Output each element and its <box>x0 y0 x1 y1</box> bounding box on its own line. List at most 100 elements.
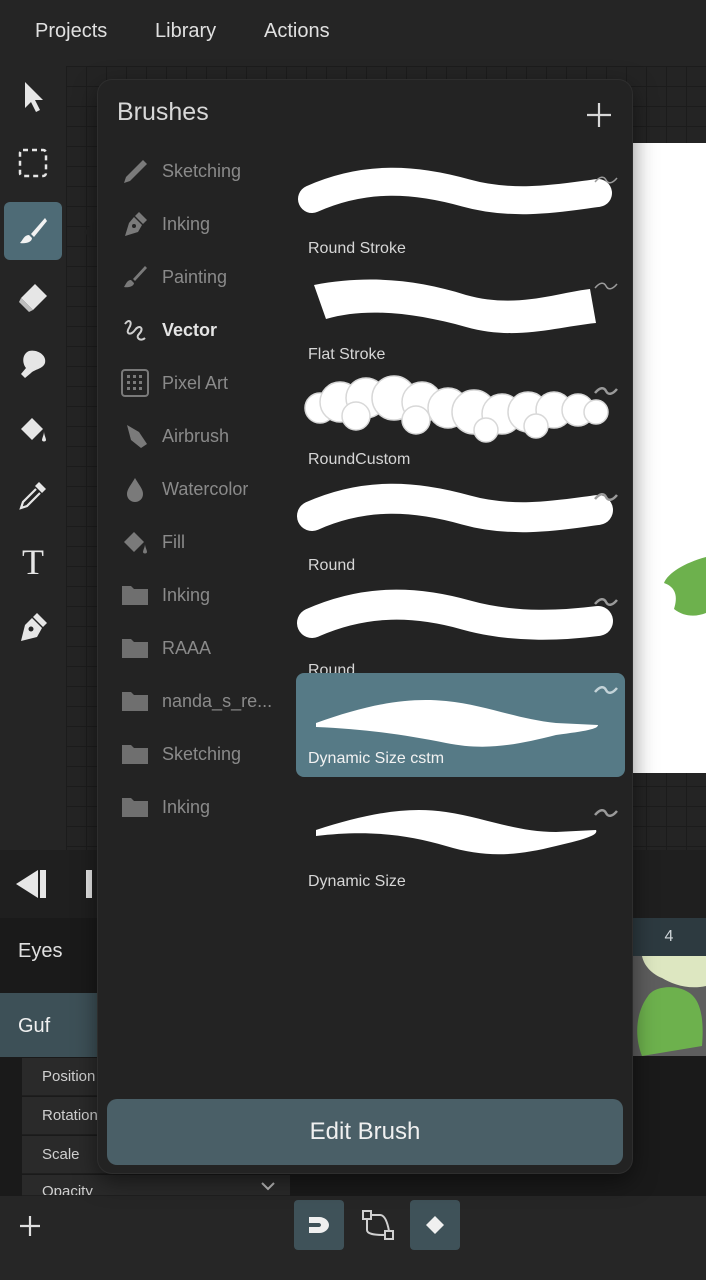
green-shape-artwork <box>664 557 706 616</box>
pen-tool[interactable] <box>4 598 62 656</box>
eyedropper-icon <box>19 482 46 510</box>
pressure-tilde-icon <box>594 282 618 290</box>
pressure-tilde-icon <box>594 686 618 694</box>
category-sketching[interactable]: Sketching <box>120 151 300 191</box>
select-tool[interactable] <box>4 68 62 126</box>
pressure-tilde-icon <box>594 598 618 606</box>
category-label: Inking <box>162 213 211 234</box>
popover-arrow <box>84 218 98 246</box>
brushes-popover: Brushes Sketching Inking Painting Vector… <box>98 80 632 1173</box>
brush-tool[interactable] <box>4 202 62 260</box>
category-pixel-art[interactable]: Pixel Art <box>120 363 300 403</box>
vector-squiggle-icon <box>124 320 146 341</box>
airbrush-icon <box>127 425 147 448</box>
keyframe-button[interactable] <box>410 1200 460 1250</box>
path-node-icon[interactable] <box>360 1208 396 1242</box>
brush-round-custom[interactable]: RoundCustom <box>296 374 625 478</box>
folder-label: Inking <box>162 584 211 605</box>
fill-bucket-icon <box>21 418 46 442</box>
layer-eyes[interactable]: Eyes <box>0 940 100 980</box>
artboard[interactable] <box>632 143 706 773</box>
pressure-tilde-icon <box>594 387 618 395</box>
chevron-down-icon <box>261 1182 275 1191</box>
brush-dynamic-size-cstm[interactable]: Dynamic Size cstm <box>296 673 625 777</box>
brush-flat-stroke[interactable]: Flat Stroke <box>296 269 625 373</box>
category-painting[interactable]: Painting <box>120 257 300 297</box>
bottom-bar <box>0 1196 706 1280</box>
brush-name: Flat Stroke <box>308 346 386 363</box>
menu-library[interactable]: Library <box>155 20 216 43</box>
folder-label: RAAA <box>162 637 212 658</box>
keyframe-diamond-icon <box>426 1216 444 1234</box>
folder-inking-2[interactable]: Inking <box>120 787 300 827</box>
brush-icon <box>20 218 47 244</box>
property-opacity-label: Opacity <box>42 1183 93 1196</box>
folder-icon <box>122 639 148 658</box>
folder-icon <box>122 745 148 764</box>
frame-thumbnail-art <box>632 956 706 1056</box>
smudge-icon <box>21 350 46 378</box>
pressure-tilde-icon <box>594 176 618 184</box>
water-drop-icon <box>127 478 143 502</box>
layer-guf[interactable]: Guf <box>0 993 100 1057</box>
folder-nanda[interactable]: nanda_s_re... <box>120 681 300 721</box>
svg-text:T: T <box>22 544 44 578</box>
category-label: Sketching <box>162 160 242 181</box>
folder-icon <box>122 692 148 711</box>
brushes-title: Brushes <box>117 98 209 126</box>
brush-round-1[interactable]: Round <box>296 480 625 584</box>
text-icon: T <box>22 544 44 578</box>
category-watercolor[interactable]: Watercolor <box>120 469 300 509</box>
folder-label: Inking <box>162 796 211 817</box>
top-menu-bar: Projects Library Actions <box>0 0 706 66</box>
tool-sidebar: T <box>0 66 66 850</box>
category-vector[interactable]: Vector <box>120 310 300 350</box>
pressure-tilde-icon <box>594 493 618 501</box>
eyedropper-tool[interactable] <box>4 466 62 524</box>
category-label: Fill <box>162 531 185 552</box>
marquee-tool[interactable] <box>4 134 62 192</box>
folder-sketching[interactable]: Sketching <box>120 734 300 774</box>
folder-label: Sketching <box>162 743 242 764</box>
pause-icon[interactable] <box>84 868 98 900</box>
brush-dynamic-size[interactable]: Dynamic Size <box>296 796 625 900</box>
ink-pen-icon <box>125 212 147 236</box>
fill-tool[interactable] <box>4 400 62 458</box>
menu-projects[interactable]: Projects <box>35 20 107 43</box>
category-inking[interactable]: Inking <box>120 204 300 244</box>
smudge-tool[interactable] <box>4 334 62 392</box>
category-fill[interactable]: Fill <box>120 522 300 562</box>
fill-bucket-icon <box>124 532 147 554</box>
magnet-snap-button[interactable] <box>294 1200 344 1250</box>
edit-brush-button[interactable]: Edit Brush <box>107 1099 623 1165</box>
eraser-icon <box>19 284 47 312</box>
category-label: Vector <box>162 319 218 340</box>
eraser-tool[interactable] <box>4 268 62 326</box>
folder-icon <box>122 586 148 605</box>
brush-name: Round Stroke <box>308 240 406 257</box>
category-label: Painting <box>162 266 228 287</box>
category-airbrush[interactable]: Airbrush <box>120 416 300 456</box>
select-arrow-icon <box>25 82 43 112</box>
category-label: Watercolor <box>162 478 249 499</box>
folder-label: nanda_s_re... <box>162 690 273 711</box>
category-label: Airbrush <box>162 425 230 446</box>
timeline-frame-number[interactable]: 4 <box>632 918 706 956</box>
frame-thumbnail[interactable] <box>632 956 706 1056</box>
paint-brush-icon <box>124 266 147 288</box>
category-label: Pixel Art <box>162 372 229 393</box>
pencil-icon <box>124 160 147 183</box>
marquee-selection-icon <box>18 148 48 178</box>
brush-name: Dynamic Size <box>308 873 406 890</box>
property-opacity[interactable]: Opacity <box>22 1175 290 1196</box>
brush-round-stroke[interactable]: Round Stroke <box>296 163 625 267</box>
previous-frame-icon[interactable] <box>14 868 48 900</box>
folder-raaa[interactable]: RAAA <box>120 628 300 668</box>
add-brush-icon[interactable] <box>584 100 614 130</box>
add-layer-icon[interactable] <box>18 1214 42 1238</box>
folder-inking[interactable]: Inking <box>120 575 300 615</box>
pen-nib-icon <box>21 613 47 641</box>
menu-actions[interactable]: Actions <box>264 20 330 43</box>
brush-name: Dynamic Size cstm <box>308 750 445 767</box>
text-tool[interactable]: T <box>4 532 62 590</box>
